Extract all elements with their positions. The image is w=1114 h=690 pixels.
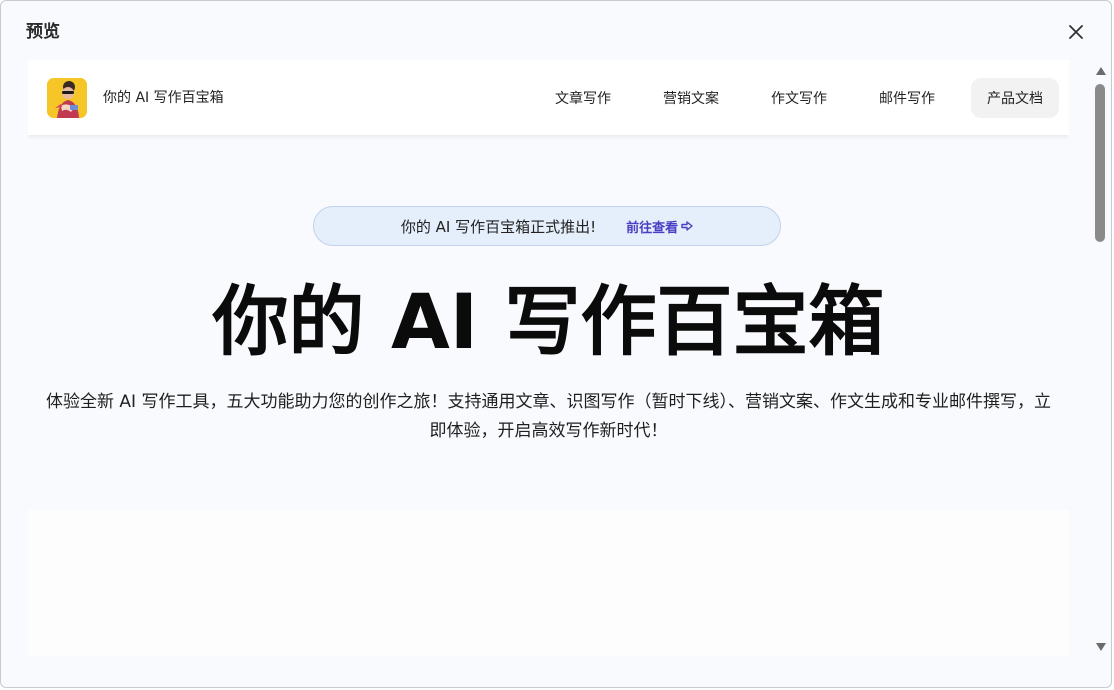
announcement-text: 你的 AI 写作百宝箱正式推出! xyxy=(400,217,597,236)
logo-image-icon xyxy=(47,78,87,118)
dialog-title: 预览 xyxy=(26,22,60,42)
brand-name[interactable]: 你的 AI 写作百宝箱 xyxy=(103,88,224,108)
triangle-down-icon xyxy=(1096,643,1106,651)
scroll-down-button[interactable] xyxy=(1094,640,1108,654)
preview-frame: 你的 AI 写作百宝箱 文章写作 营销文案 作文写作 邮件写作 产品文档 你的 … xyxy=(28,60,1069,656)
close-button[interactable] xyxy=(1063,19,1089,45)
arrow-right-icon xyxy=(681,221,693,231)
nav-item-email[interactable]: 邮件写作 xyxy=(853,78,961,118)
nav-item-docs[interactable]: 产品文档 xyxy=(971,78,1059,118)
announcement-link[interactable]: 前往查看 xyxy=(626,217,693,236)
triangle-up-icon xyxy=(1096,67,1106,75)
hero-title: 你的 AI 写作百宝箱 xyxy=(212,277,885,366)
announcement-link-label: 前往查看 xyxy=(626,220,679,236)
content-area xyxy=(28,510,1069,656)
announcement-banner: 你的 AI 写作百宝箱正式推出! 前往查看 xyxy=(313,206,781,246)
site-navbar: 你的 AI 写作百宝箱 文章写作 营销文案 作文写作 邮件写作 产品文档 xyxy=(28,60,1069,135)
vertical-scrollbar[interactable] xyxy=(1089,60,1111,656)
hero-section: 你的 AI 写作百宝箱正式推出! 前往查看 你的 AI 写作百宝箱 体验全新 A… xyxy=(28,135,1069,510)
scrollbar-thumb[interactable] xyxy=(1095,84,1105,242)
preview-dialog: 预览 你的 AI 写作百宝箱 文章写作 营销文案 作文写作 邮件写作 产品文档 … xyxy=(0,0,1112,688)
nav-item-essay[interactable]: 作文写作 xyxy=(745,78,853,118)
logo[interactable] xyxy=(47,78,87,118)
hero-description: 体验全新 AI 写作工具，五大功能助力您的创作之旅！支持通用文章、识图写作（暂时… xyxy=(46,392,1051,441)
nav-links: 文章写作 营销文案 作文写作 邮件写作 产品文档 xyxy=(529,78,1059,118)
nav-item-marketing[interactable]: 营销文案 xyxy=(637,78,745,118)
scroll-up-button[interactable] xyxy=(1094,64,1108,78)
dialog-header: 预览 xyxy=(1,1,1111,61)
nav-item-article[interactable]: 文章写作 xyxy=(529,78,637,118)
close-icon xyxy=(1069,25,1083,39)
